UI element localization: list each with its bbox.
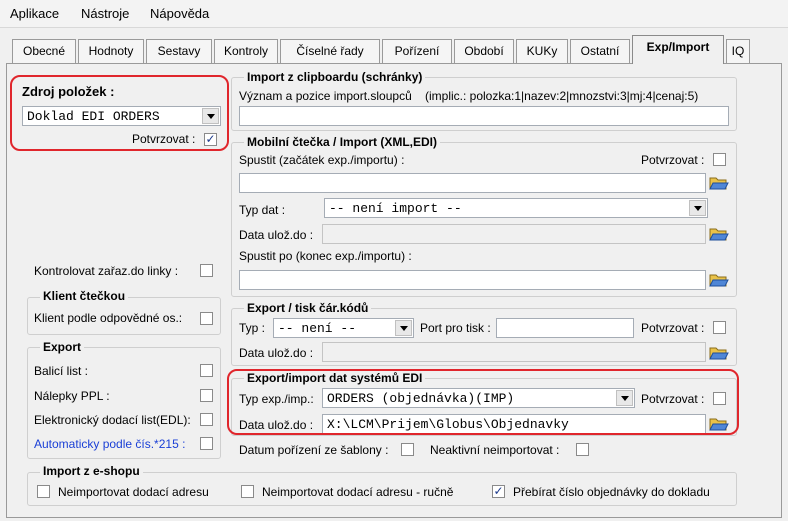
eshop-option-2-label: Neimportovat dodací adresu - ručně — [262, 485, 454, 499]
eshop-option-1-checkbox[interactable] — [37, 485, 50, 498]
export-auto-checkbox[interactable] — [200, 437, 213, 450]
tab-obecne[interactable]: Obecné — [12, 39, 76, 63]
mobile-save-input[interactable] — [322, 224, 706, 244]
eshop-option-3-checkbox[interactable]: ✓ — [492, 484, 505, 498]
mobile-save-label: Data ulož.do : — [239, 228, 314, 242]
check-icon: ✓ — [205, 132, 216, 146]
tab-kontroly[interactable]: Kontroly — [214, 39, 278, 63]
check-icon: ✓ — [493, 484, 504, 498]
chevron-down-icon[interactable] — [689, 200, 706, 216]
edi-type-value: ORDERS (objednávka)(IMP) — [327, 391, 515, 406]
edi-confirm-checkbox[interactable] — [713, 392, 726, 405]
chevron-down-icon[interactable] — [395, 320, 412, 336]
chevron-down-icon[interactable] — [202, 108, 219, 124]
barcode-port-input[interactable] — [496, 318, 634, 338]
menu-nastroje[interactable]: Nástroje — [81, 6, 129, 21]
export-item-auto: Automaticky podle čís.*215 : — [34, 437, 186, 451]
mobile-after-label: Spustit po (konec exp./importu) : — [239, 249, 412, 263]
edi-save-input[interactable]: X:\LCM\Prijem\Globus\Objednavky — [322, 414, 706, 434]
klient-title: Klient čtečkou — [40, 289, 129, 303]
clipboard-title: Import z clipboardu (schránky) — [244, 70, 426, 84]
barcode-save-input[interactable] — [322, 342, 706, 362]
klient-option-label: Klient podle odpovědné os.: — [34, 311, 183, 325]
mobile-type-value: -- není import -- — [329, 201, 462, 216]
edi-type-label: Typ exp./imp.: — [239, 392, 314, 406]
folder-open-icon[interactable] — [709, 226, 729, 242]
clipboard-hint: (implic.: polozka:1|nazev:2|mnozstvi:3|m… — [425, 89, 699, 103]
tab-sestavy[interactable]: Sestavy — [146, 39, 212, 63]
barcode-type-value: -- není -- — [278, 321, 357, 336]
edi-save-value: X:\LCM\Prijem\Globus\Objednavky — [327, 417, 569, 432]
barcode-type-label: Typ : — [239, 321, 266, 335]
barcode-type-select[interactable]: -- není -- — [273, 318, 414, 338]
tab-ciselne-rady[interactable]: Číselné řady — [280, 39, 380, 63]
barcode-title: Export / tisk čár.kódů — [244, 301, 372, 315]
menu-napoveda[interactable]: Nápověda — [150, 6, 209, 21]
mobile-start-label: Spustit (začátek exp./importu) : — [239, 153, 405, 167]
datum-checkbox[interactable] — [401, 443, 414, 456]
export-item-balici: Balicí list : — [34, 364, 89, 378]
folder-open-icon[interactable] — [709, 345, 729, 361]
neaktivni-checkbox[interactable] — [576, 443, 589, 456]
export-item-ppl: Nálepky PPL : — [34, 389, 110, 403]
clipboard-input[interactable] — [239, 106, 729, 126]
eshop-option-1-label: Neimportovat dodací adresu — [58, 485, 209, 499]
mobile-type-select[interactable]: -- není import -- — [324, 198, 708, 218]
mobile-confirm-label: Potvrzovat : — [641, 153, 705, 167]
barcode-save-label: Data ulož.do : — [239, 346, 314, 360]
menu-bar: Aplikace Nástroje Nápověda — [0, 0, 788, 28]
edi-type-select[interactable]: ORDERS (objednávka)(IMP) — [322, 388, 635, 408]
mobile-confirm-checkbox[interactable] — [713, 153, 726, 166]
kontrolovat-label: Kontrolovat zařaz.do linky : — [34, 264, 179, 278]
edi-confirm-label: Potvrzovat : — [641, 392, 705, 406]
eshop-option-2-checkbox[interactable] — [241, 485, 254, 498]
clipboard-desc: Význam a pozice import.sloupců — [239, 89, 412, 103]
folder-open-icon[interactable] — [709, 416, 729, 432]
zdroj-confirm-checkbox[interactable]: ✓ — [204, 132, 217, 146]
tab-porizeni[interactable]: Pořízení — [382, 39, 452, 63]
datum-label: Datum pořízení ze šablony : — [239, 443, 389, 457]
tab-kuky[interactable]: KUKy — [516, 39, 568, 63]
menu-aplikace[interactable]: Aplikace — [10, 6, 59, 21]
zdroj-select[interactable]: Doklad EDI ORDERS — [22, 106, 221, 126]
chevron-down-icon[interactable] — [616, 390, 633, 406]
export-ppl-checkbox[interactable] — [200, 389, 213, 402]
tab-exp-import[interactable]: Exp/Import — [632, 35, 724, 64]
export-item-edl: Elektronický dodací list(EDL): — [34, 413, 191, 427]
barcode-confirm-label: Potvrzovat : — [641, 321, 705, 335]
kontrolovat-checkbox[interactable] — [200, 264, 213, 277]
klient-option-checkbox[interactable] — [200, 312, 213, 325]
edi-title: Export/import dat systémů EDI — [244, 371, 426, 385]
barcode-confirm-checkbox[interactable] — [713, 321, 726, 334]
export-title: Export — [40, 340, 85, 354]
folder-open-icon[interactable] — [709, 272, 729, 288]
tab-hodnoty[interactable]: Hodnoty — [78, 39, 144, 63]
edi-save-label: Data ulož.do : — [239, 418, 314, 432]
barcode-port-label: Port pro tisk : — [420, 321, 491, 335]
export-balici-checkbox[interactable] — [200, 364, 213, 377]
zdroj-title: Zdroj položek : — [22, 84, 115, 99]
zdroj-select-value: Doklad EDI ORDERS — [27, 109, 160, 124]
mobile-after-input[interactable] — [239, 270, 706, 290]
mobile-title: Mobilní čtečka / Import (XML,EDI) — [244, 135, 441, 149]
zdroj-confirm-label: Potvrzovat : — [132, 132, 196, 146]
mobile-type-label: Typ dat : — [239, 203, 286, 217]
neaktivni-label: Neaktivní neimportovat : — [430, 443, 560, 457]
export-edl-checkbox[interactable] — [200, 413, 213, 426]
mobile-start-input[interactable] — [239, 173, 706, 193]
folder-open-icon[interactable] — [709, 175, 729, 191]
tab-iq[interactable]: IQ — [726, 39, 750, 63]
eshop-title: Import z e-shopu — [40, 464, 143, 478]
eshop-option-3-label: Přebírat číslo objednávky do dokladu — [513, 485, 710, 499]
tab-ostatni[interactable]: Ostatní — [570, 39, 630, 63]
tab-obdobi[interactable]: Období — [454, 39, 514, 63]
